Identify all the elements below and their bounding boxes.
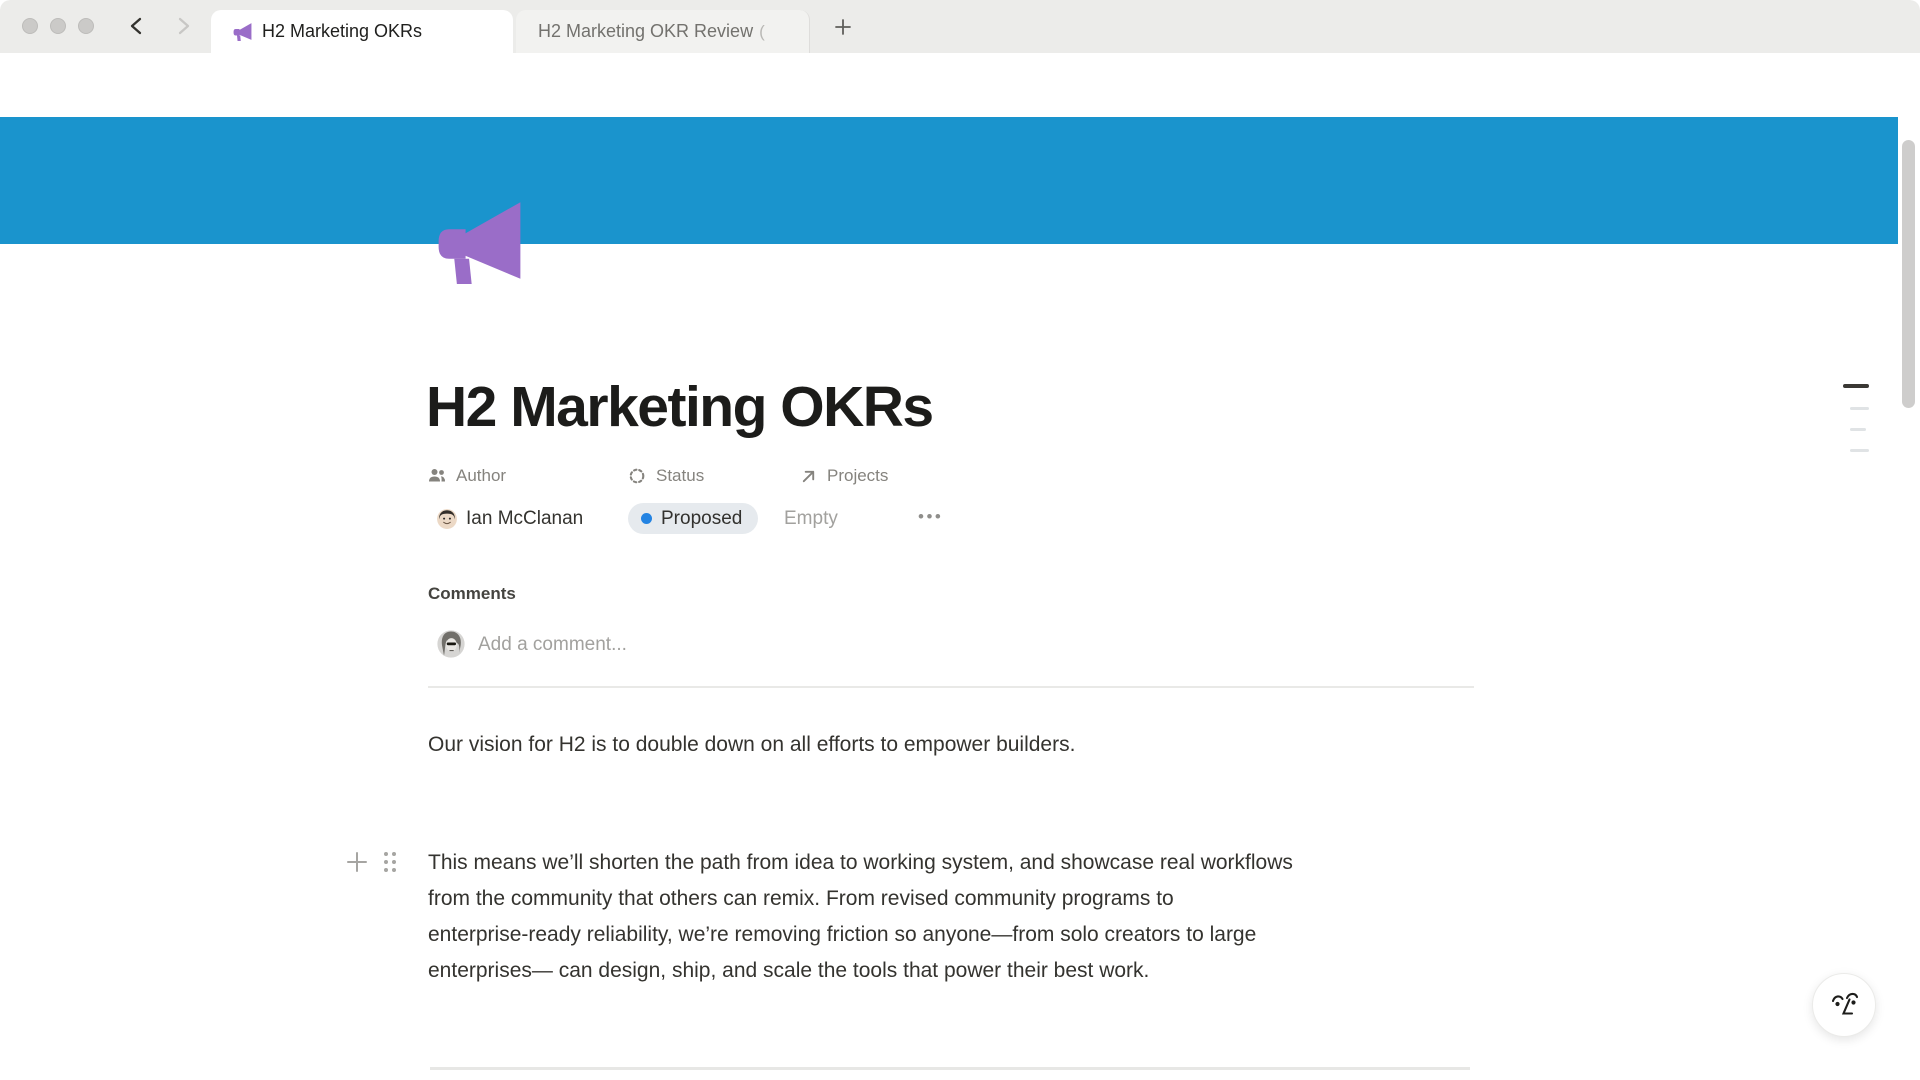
property-author[interactable]: Author [428, 466, 506, 486]
page-title[interactable]: H2 Marketing OKRs [426, 374, 933, 440]
toc-line[interactable] [1850, 428, 1866, 431]
toc-line[interactable] [1850, 449, 1869, 452]
notion-window: H2 Marketing OKRs H2 Marketing OKR Revie… [0, 0, 1920, 1080]
paragraph-block[interactable]: This means we’ll shorten the path from i… [428, 845, 1488, 989]
tab-label: H2 Marketing OKR Review [538, 21, 753, 42]
comments-heading: Comments [428, 584, 516, 604]
new-tab-button[interactable] [831, 15, 855, 39]
face-icon [1826, 987, 1862, 1023]
status-badge-label: Proposed [661, 508, 742, 530]
notion-ai-face-button[interactable] [1812, 973, 1876, 1037]
breadcrumb-toolbar: Acme HQ / Docs / H2 Marketing OKRs Edite… [0, 53, 1920, 117]
add-comment-input[interactable]: Add a comment... [478, 634, 627, 656]
paragraph-block[interactable]: Our vision for H2 is to double down on a… [428, 727, 1488, 763]
status-dot-icon [641, 513, 652, 524]
drag-handle-icon[interactable] [380, 849, 400, 875]
tab-h2-marketing-okrs[interactable]: H2 Marketing OKRs [211, 10, 513, 53]
forward-icon[interactable] [172, 15, 194, 37]
status-badge: Proposed [628, 503, 758, 534]
block-divider [430, 1067, 1470, 1070]
page-megaphone-icon[interactable] [436, 197, 523, 284]
plus-icon [833, 17, 853, 37]
property-label: Author [456, 466, 506, 486]
property-value-author[interactable]: Ian McClanan [437, 503, 583, 534]
page-cover[interactable] [0, 117, 1898, 244]
property-status[interactable]: Status [628, 466, 704, 486]
tab-bar: H2 Marketing OKRs H2 Marketing OKR Revie… [0, 0, 1920, 53]
people-icon [428, 467, 446, 485]
tab-h2-marketing-okr-review[interactable]: H2 Marketing OKR Review ( [516, 10, 810, 53]
close-window-button[interactable] [22, 18, 38, 34]
section-divider [428, 686, 1474, 688]
avatar [437, 509, 457, 529]
megaphone-icon [233, 22, 252, 41]
arrow-up-right-icon [800, 468, 817, 485]
property-value-status[interactable]: Proposed [628, 503, 758, 534]
comment-avatar [437, 630, 465, 658]
property-label: Status [656, 466, 704, 486]
zoom-window-button[interactable] [78, 18, 94, 34]
property-label: Projects [827, 466, 888, 486]
toc-line-active[interactable] [1843, 384, 1869, 388]
property-empty-value: Empty [784, 508, 838, 530]
toc-line[interactable] [1850, 407, 1869, 410]
back-icon[interactable] [126, 15, 148, 37]
minimize-window-button[interactable] [50, 18, 66, 34]
block-handles [344, 848, 406, 876]
status-spinner-icon [628, 467, 646, 485]
properties-more-button[interactable]: ••• [918, 507, 943, 527]
tab-label-suffix: ( [759, 22, 765, 42]
property-projects[interactable]: Projects [800, 466, 888, 486]
tab-label: H2 Marketing OKRs [262, 21, 422, 42]
property-value-projects[interactable]: Empty [784, 503, 838, 534]
scrollbar-thumb[interactable] [1902, 140, 1915, 408]
add-block-icon[interactable] [344, 849, 370, 875]
property-person-name: Ian McClanan [466, 508, 583, 530]
